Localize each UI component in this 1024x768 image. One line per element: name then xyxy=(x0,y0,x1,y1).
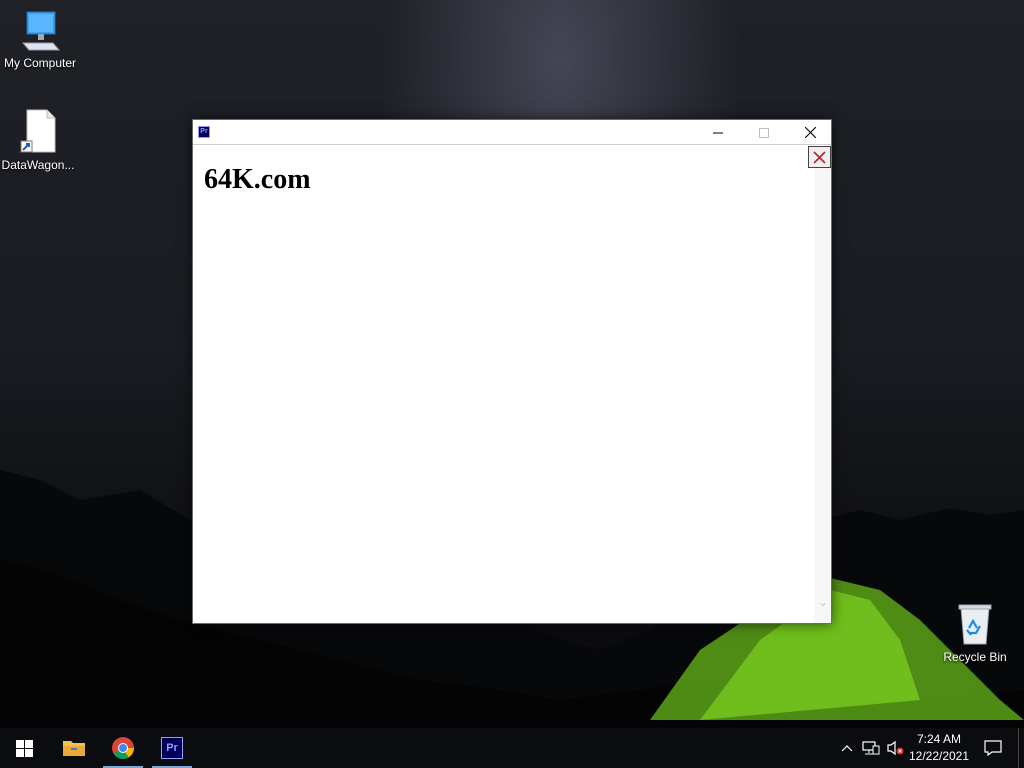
close-icon xyxy=(804,127,816,138)
taskbar-premiere[interactable]: Pr xyxy=(148,728,196,768)
window-content: 64K.com ⌄ xyxy=(193,146,831,623)
vertical-scrollbar[interactable]: ⌄ xyxy=(814,146,831,623)
maximize-button[interactable] xyxy=(741,120,787,145)
start-button[interactable] xyxy=(0,728,48,768)
network-icon xyxy=(862,741,880,755)
monitor-icon xyxy=(21,11,61,51)
desktop-icon-label: Recycle Bin xyxy=(943,650,1007,664)
maximize-icon xyxy=(759,127,769,138)
network-tray-button[interactable] xyxy=(860,728,882,768)
taskbar: Pr 7:24 AM 12/22/2021 xyxy=(0,728,1024,768)
desktop-icon-label: DataWagon... xyxy=(1,158,75,172)
premiere-app-icon: Pr xyxy=(198,126,210,138)
windows-start-icon xyxy=(15,739,33,757)
action-center-button[interactable] xyxy=(978,728,1008,768)
notifications-icon xyxy=(984,740,1002,756)
chevron-up-icon xyxy=(841,745,853,752)
clock-date: 12/22/2021 xyxy=(908,749,970,763)
minimize-icon xyxy=(713,132,723,133)
show-hidden-icons-button[interactable] xyxy=(836,728,858,768)
taskbar-file-explorer[interactable] xyxy=(50,728,98,768)
volume-tray-button[interactable] xyxy=(884,728,906,768)
app-window: Pr 64K.com ⌄ xyxy=(192,119,832,624)
close-button[interactable] xyxy=(787,120,833,145)
volume-muted-icon xyxy=(887,740,904,756)
chrome-icon xyxy=(112,737,134,759)
premiere-icon: Pr xyxy=(161,737,183,759)
taskbar-clock[interactable]: 7:24 AM 12/22/2021 xyxy=(904,731,974,765)
folder-icon xyxy=(63,741,85,756)
premiere-icon-text: Pr xyxy=(166,742,178,754)
clock-time: 7:24 AM xyxy=(916,732,962,746)
desktop-icon-label: My Computer xyxy=(3,56,77,70)
page-headline: 64K.com xyxy=(204,164,311,195)
close-icon xyxy=(813,150,826,164)
recycle-bin-icon xyxy=(958,604,992,645)
desktop-icon-my-computer[interactable]: My Computer xyxy=(0,10,80,70)
desktop-icon-recycle-bin[interactable]: Recycle Bin xyxy=(935,602,1015,664)
chevron-down-icon[interactable]: ⌄ xyxy=(818,595,828,609)
desktop-icon-datawagon[interactable]: DataWagon... xyxy=(0,108,78,172)
file-shortcut-icon xyxy=(20,109,56,153)
show-desktop-button[interactable] xyxy=(1018,728,1024,768)
taskbar-chrome[interactable] xyxy=(99,728,147,768)
dialog-close-button[interactable] xyxy=(808,146,831,168)
minimize-button[interactable] xyxy=(695,120,741,145)
window-titlebar[interactable]: Pr xyxy=(193,120,831,145)
